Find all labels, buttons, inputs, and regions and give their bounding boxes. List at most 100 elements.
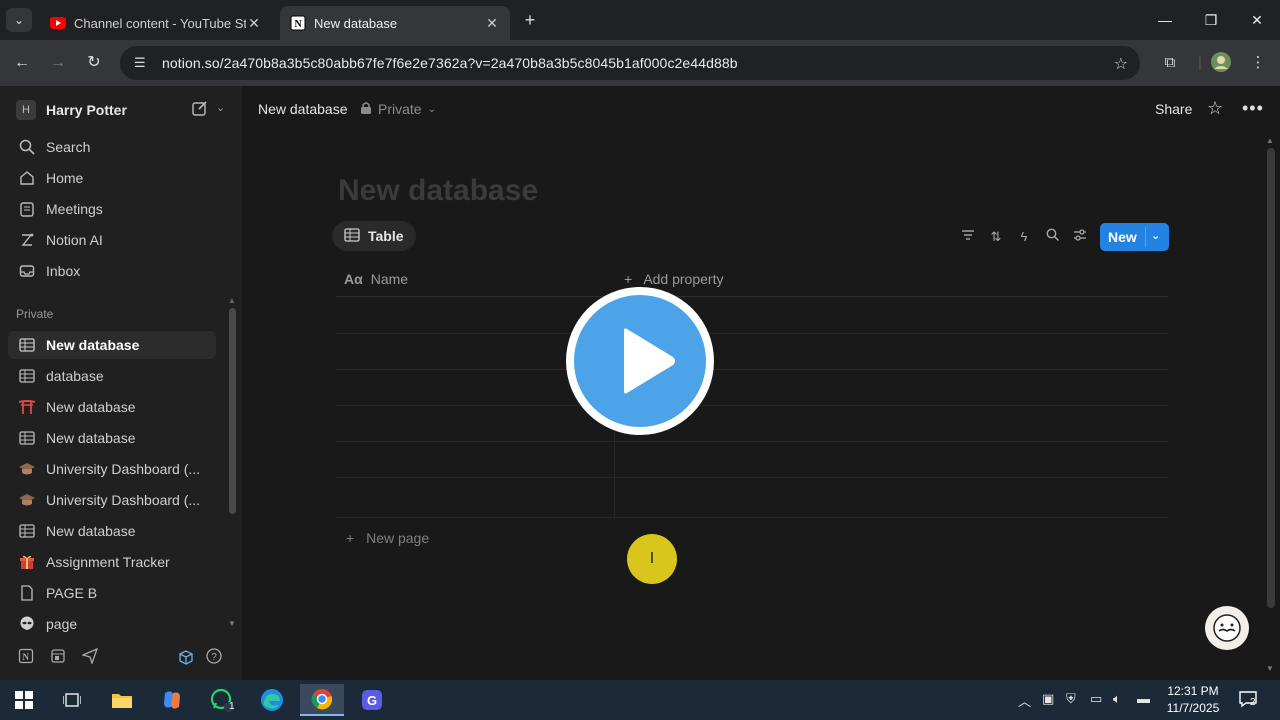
sidebar-page-new-database-4[interactable]: New database bbox=[8, 517, 216, 545]
bookmark-star-icon[interactable]: ☆ bbox=[1114, 54, 1128, 74]
close-tab-icon[interactable]: ✕ bbox=[484, 15, 500, 32]
breadcrumb-page-title[interactable]: New database bbox=[258, 101, 348, 117]
add-property-button[interactable]: + Add property bbox=[624, 271, 723, 287]
privacy-indicator[interactable]: Private ⌄ bbox=[360, 101, 436, 117]
workspace-avatar: H bbox=[16, 100, 36, 120]
windows-start-icon[interactable] bbox=[2, 684, 46, 716]
send-icon[interactable] bbox=[80, 647, 100, 668]
sidebar-page-page-b[interactable]: PAGE B bbox=[8, 579, 216, 607]
sidebar-item-home[interactable]: Home bbox=[8, 164, 216, 192]
profile-avatar[interactable] bbox=[1209, 51, 1233, 75]
calendar-icon[interactable] bbox=[48, 648, 68, 668]
restore-button[interactable]: ❐ bbox=[1188, 0, 1234, 40]
search-icon[interactable] bbox=[1043, 228, 1061, 246]
table-row[interactable] bbox=[336, 517, 1168, 518]
sidebar-item-meetings[interactable]: Meetings bbox=[8, 195, 216, 223]
more-options-icon[interactable]: ••• bbox=[1242, 98, 1264, 119]
sidebar-item-label: New database bbox=[46, 430, 136, 446]
notion-assistant-avatar[interactable] bbox=[1205, 606, 1249, 650]
volume-icon[interactable]: 🔈︎ bbox=[1113, 691, 1121, 707]
table-row[interactable] bbox=[336, 405, 1168, 406]
chrome-icon[interactable] bbox=[300, 684, 344, 716]
whatsapp-icon[interactable]: 1 bbox=[200, 684, 244, 716]
settings-icon[interactable] bbox=[1071, 228, 1089, 246]
reload-icon[interactable]: ↻ bbox=[82, 51, 106, 75]
browser-menu-icon[interactable]: ⋮ bbox=[1246, 51, 1270, 75]
favorite-star-icon[interactable]: ☆ bbox=[1207, 98, 1223, 119]
new-button[interactable]: New ⌄ bbox=[1100, 223, 1169, 251]
show-hidden-icons[interactable]: ︿ bbox=[1018, 691, 1031, 710]
chevron-down-icon[interactable]: ⌄ bbox=[1151, 229, 1160, 242]
sidebar-page-database[interactable]: database bbox=[8, 362, 216, 390]
task-view-icon[interactable] bbox=[50, 684, 94, 716]
address-bar[interactable]: ☰ notion.so/2a470b8a3b5c80abb67fe7f6e2e7… bbox=[120, 46, 1140, 80]
sidebar-page-page[interactable]: page bbox=[8, 610, 216, 638]
play-button[interactable] bbox=[566, 287, 714, 435]
chevron-down-icon[interactable]: ⌄ bbox=[216, 101, 225, 114]
table-row[interactable] bbox=[336, 477, 1168, 478]
new-page-row[interactable]: + New page bbox=[346, 530, 429, 546]
tab-search-button[interactable]: ⌄ bbox=[6, 8, 32, 32]
sidebar-scrollbar[interactable] bbox=[229, 308, 236, 514]
table-icon bbox=[344, 227, 360, 245]
sidebar-page-university-dashboard-2[interactable]: University Dashboard (... bbox=[8, 486, 216, 514]
sidebar-item-inbox[interactable]: Inbox bbox=[8, 257, 216, 285]
filter-icon[interactable] bbox=[959, 228, 977, 246]
workspace-name: Harry Potter bbox=[46, 102, 127, 118]
sidebar-page-new-database-1[interactable]: New database bbox=[8, 331, 216, 359]
sidebar-item-label: New database bbox=[46, 337, 140, 353]
battery-icon[interactable]: ▬ bbox=[1137, 691, 1150, 706]
edge-icon[interactable] bbox=[250, 684, 294, 716]
svg-text:N: N bbox=[295, 19, 303, 30]
ai-icon bbox=[18, 231, 36, 249]
sidebar-page-new-database-3[interactable]: New database bbox=[8, 424, 216, 452]
database-title[interactable]: New database bbox=[338, 174, 538, 208]
sidebar-item-label: PAGE B bbox=[46, 585, 98, 601]
new-tab-button[interactable]: + bbox=[520, 10, 540, 30]
security-shield-icon[interactable]: ⛨ bbox=[1066, 691, 1076, 707]
sidebar-item-search[interactable]: Search bbox=[8, 133, 216, 161]
tray-app-icon[interactable]: ▣ bbox=[1042, 691, 1054, 707]
taskbar-clock[interactable]: 12:31 PM 11/7/2025 bbox=[1160, 683, 1226, 717]
sidebar-page-assignment-tracker[interactable]: Assignment Tracker bbox=[8, 548, 216, 576]
table-row[interactable] bbox=[336, 369, 1168, 370]
browser-tab-youtube[interactable]: Channel content - YouTube Studio ✕ bbox=[40, 6, 272, 40]
copilot-icon[interactable] bbox=[150, 684, 194, 716]
scroll-down-icon[interactable]: ▼ bbox=[228, 619, 236, 628]
scroll-down-icon[interactable]: ▼ bbox=[1266, 664, 1274, 673]
plus-icon: + bbox=[346, 530, 355, 546]
table-icon bbox=[18, 429, 36, 447]
sidebar-page-new-database-2[interactable]: New database bbox=[8, 393, 216, 421]
extensions-icon[interactable]: ⧉ bbox=[1158, 51, 1182, 75]
browser-tab-notion[interactable]: N New database ✕ bbox=[280, 6, 510, 40]
file-explorer-icon[interactable] bbox=[100, 684, 144, 716]
back-icon[interactable]: ← bbox=[10, 51, 34, 75]
marketplace-icon[interactable] bbox=[176, 648, 196, 668]
share-button[interactable]: Share bbox=[1155, 101, 1192, 117]
scroll-up-icon[interactable]: ▲ bbox=[228, 296, 236, 305]
column-header-name[interactable]: Aα Name bbox=[344, 271, 408, 287]
close-tab-icon[interactable]: ✕ bbox=[246, 15, 262, 32]
workspace-switcher[interactable]: H Harry Potter bbox=[16, 100, 127, 120]
table-row[interactable] bbox=[336, 441, 1168, 442]
forward-icon[interactable]: → bbox=[46, 51, 70, 75]
help-icon[interactable]: ? bbox=[204, 648, 224, 668]
network-icon[interactable]: ▭ bbox=[1090, 691, 1102, 707]
sidebar-item-label: Assignment Tracker bbox=[46, 554, 170, 570]
scroll-up-icon[interactable]: ▲ bbox=[1266, 136, 1274, 145]
minimize-button[interactable]: — bbox=[1142, 0, 1188, 40]
notion-logo-icon[interactable]: N bbox=[16, 648, 36, 668]
sidebar-page-university-dashboard-1[interactable]: University Dashboard (... bbox=[8, 455, 216, 483]
view-tab-table[interactable]: Table bbox=[332, 221, 416, 251]
sidebar-item-notion-ai[interactable]: Notion AI bbox=[8, 226, 216, 254]
automation-icon[interactable]: ϟ bbox=[1015, 228, 1033, 246]
notification-icon[interactable]: 2 bbox=[1238, 689, 1258, 709]
sort-icon[interactable]: ⇅ bbox=[987, 228, 1005, 246]
new-page-icon[interactable] bbox=[192, 100, 208, 119]
app-g-icon[interactable]: G bbox=[350, 684, 394, 716]
table-row[interactable] bbox=[336, 333, 1168, 334]
close-window-button[interactable]: ✕ bbox=[1234, 0, 1280, 40]
lock-icon bbox=[360, 101, 372, 117]
site-info-icon[interactable]: ☰ bbox=[134, 55, 152, 71]
page-scrollbar[interactable] bbox=[1267, 148, 1275, 608]
